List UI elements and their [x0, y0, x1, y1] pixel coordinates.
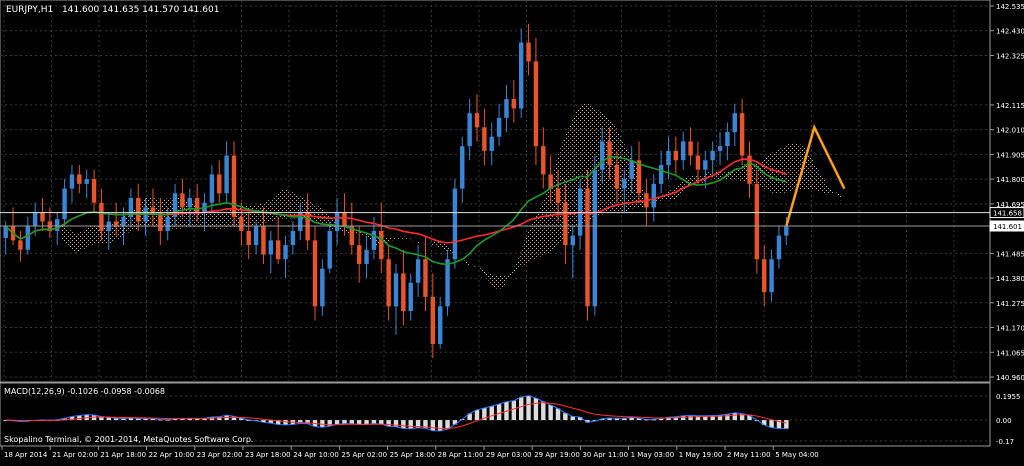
macd-histogram-bar	[526, 395, 531, 421]
time-tick-label: 23 Apr 18:00	[245, 451, 291, 459]
macd-histogram-bar	[437, 420, 443, 432]
macd-histogram-bar	[533, 398, 539, 421]
price-tick-label: 142.430	[996, 28, 1024, 36]
time-tick-label: 22 Apr 10:00	[149, 451, 195, 459]
macd-scale-label: 0.1955	[996, 393, 1021, 401]
trading-terminal: EURJPY,H1 141.600 141.635 141.570 141.60…	[0, 0, 1024, 462]
price-tick-label: 141.380	[996, 275, 1024, 283]
candle	[312, 226, 318, 321]
macd-histogram-bar	[769, 420, 774, 428]
price-tick-label: 141.485	[996, 250, 1024, 258]
macd-scale-label: 0.00	[996, 417, 1012, 425]
time-tick-label: 1 May 03:00	[631, 451, 675, 459]
time-tick-label: 28 Apr 11:00	[438, 451, 484, 459]
macd-histogram-bar	[393, 420, 399, 427]
macd-histogram-bar	[511, 400, 517, 421]
macd-histogram-bar	[541, 401, 546, 421]
macd-histogram-bar	[548, 404, 553, 421]
macd-histogram-bar	[349, 420, 355, 424]
time-scale: 18 Apr 2014 21 Apr 02:00 21 Apr 18:00 22 Ap…	[1, 446, 819, 459]
candle	[585, 169, 590, 321]
svg-text:141.601: 141.601	[993, 223, 1022, 231]
macd-histogram-bar	[518, 397, 524, 421]
price-tick-label: 142.115	[996, 102, 1024, 110]
price-tick-label: 140.960	[996, 374, 1024, 382]
macd-histogram-bar	[342, 420, 347, 424]
candle	[754, 169, 760, 274]
macd-histogram-bar	[555, 408, 561, 421]
macd-scale-label: -0.17	[996, 438, 1014, 446]
main-chart-frame	[0, 0, 991, 383]
copyright-text: Skopalino Terminal, © 2001-2014, MetaQuo…	[4, 435, 253, 444]
candle	[445, 249, 450, 316]
time-tick-label: 18 Apr 2014	[4, 451, 48, 459]
macd-histogram-bar	[430, 420, 436, 431]
price-tick-label: 141.065	[996, 349, 1024, 357]
macd-histogram-bar	[496, 404, 502, 421]
time-tick-label: 21 Apr 02:00	[52, 451, 98, 459]
macd-histogram-bar	[732, 412, 737, 421]
svg-text:141.658: 141.658	[993, 210, 1022, 218]
macd-label: MACD(12,26,9) -0.1026 -0.0958 -0.0068	[4, 387, 165, 396]
time-tick-label: 29 Apr 03:00	[486, 451, 532, 459]
time-tick-label: 1 May 19:00	[679, 451, 723, 459]
macd-histogram-bar	[489, 406, 494, 421]
time-tick-label: 30 Apr 11:00	[582, 451, 628, 459]
time-tick-label: 2 May 11:00	[727, 451, 771, 459]
macd-histogram-bar	[283, 420, 288, 425]
time-tick-label: 29 Apr 19:00	[534, 451, 580, 459]
time-tick-label: 24 Apr 10:00	[293, 451, 339, 459]
time-tick-label: 21 Apr 18:00	[100, 451, 146, 459]
price-tag-lower: 141.601	[989, 220, 1024, 232]
price-tick-label: 142.325	[996, 52, 1024, 60]
macd-histogram-bar	[408, 420, 413, 429]
macd-histogram-bar	[784, 420, 789, 429]
price-tag-upper: 141.658	[989, 207, 1024, 219]
time-tick-label: 25 Apr 02:00	[341, 451, 387, 459]
candle	[452, 179, 458, 269]
price-tick-label: 141.800	[996, 176, 1024, 184]
macd-histogram-bar	[401, 420, 406, 429]
candle	[592, 155, 598, 316]
macd-scale: 0.1955 0.00 -0.17	[996, 393, 1021, 446]
price-tick-label: 141.170	[996, 325, 1024, 333]
chart-header-symbol: EURJPY,H1	[6, 5, 53, 15]
eurjpy-chart[interactable]: EURJPY,H1 141.600 141.635 141.570 141.60…	[0, 0, 1024, 462]
price-tick-label: 141.905	[996, 151, 1024, 159]
macd-histogram-bar	[474, 409, 480, 421]
time-tick-label: 23 Apr 02:00	[197, 451, 243, 459]
price-scale: 142.535 142.430 142.325 142.115 142.010 141.9…	[989, 3, 1024, 382]
price-tick-label: 142.535	[996, 3, 1024, 11]
price-tick-label: 142.010	[996, 127, 1024, 135]
macd-histogram-bar	[688, 415, 693, 421]
chart-header-ohlc: 141.600 141.635 141.570 141.601	[62, 5, 219, 15]
time-tick-label: 5 May 04:00	[775, 451, 819, 459]
time-tick-label: 25 Apr 18:00	[390, 451, 436, 459]
price-tick-label: 141.275	[996, 300, 1024, 308]
